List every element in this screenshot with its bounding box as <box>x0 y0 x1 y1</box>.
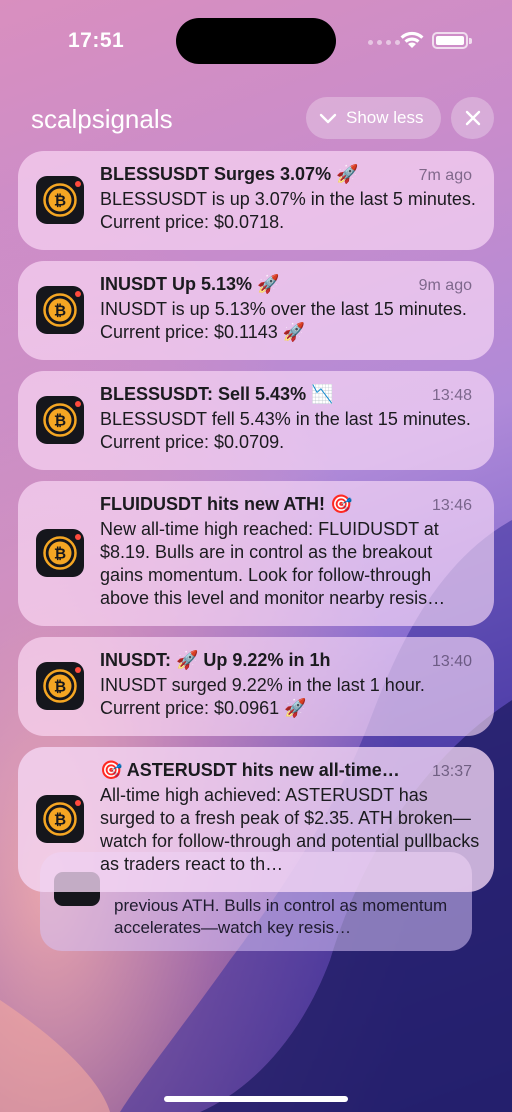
notification-card[interactable]: ₿ BLESSUSDT: Sell 5.43% 📉 13:48 BLESSUSD… <box>18 371 494 470</box>
app-icon: ₿ <box>36 176 84 224</box>
notification-body: INUSDT surged 9.22% in the last 1 hour. … <box>100 675 425 718</box>
bitcoin-coin-icon: ₿ <box>43 293 77 327</box>
notification-card[interactable]: ₿ INUSDT Up 5.13% 🚀 9m ago INUSDT is up … <box>18 261 494 360</box>
red-dot-badge <box>75 291 81 297</box>
svg-text:₿: ₿ <box>54 545 66 563</box>
notification-body: New all-time high reached: FLUIDUSDT at … <box>100 519 446 608</box>
app-name: scalpsignals <box>31 104 173 134</box>
notification-time: 7m ago <box>418 167 472 184</box>
notification-body: All-time high achieved: ASTERUSDT has su… <box>100 785 480 874</box>
notification-card[interactable]: ₿ FLUIDUSDT hits new ATH! 🎯 13:46 New al… <box>18 481 494 626</box>
bitcoin-coin-icon: ₿ <box>43 536 77 570</box>
app-icon: ₿ <box>36 662 84 710</box>
cellular-signal-icon <box>368 40 400 45</box>
app-icon: ₿ <box>36 396 84 444</box>
notification-time: 13:48 <box>431 387 472 404</box>
notification-time: 9m ago <box>418 277 472 294</box>
show-less-label: Show less <box>346 108 424 127</box>
dynamic-island <box>176 18 336 64</box>
red-dot-badge <box>75 667 81 673</box>
notification-title: BLESSUSDT: Sell 5.43% 📉 <box>100 384 334 404</box>
notification-time: 13:40 <box>431 653 472 670</box>
bitcoin-coin-icon: ₿ <box>43 802 77 836</box>
app-icon: ₿ <box>36 529 84 577</box>
svg-text:₿: ₿ <box>54 302 66 320</box>
close-icon <box>465 110 480 126</box>
app-icon: ₿ <box>36 286 84 334</box>
red-dot-badge <box>75 181 81 187</box>
svg-text:₿: ₿ <box>54 678 66 696</box>
notification-title: 🎯 ASTERUSDT hits new all-time… <box>100 760 400 780</box>
bitcoin-coin-icon: ₿ <box>43 669 77 703</box>
red-dot-badge <box>75 534 81 540</box>
battery-icon <box>432 32 472 49</box>
chevron-down-icon <box>319 113 337 124</box>
svg-text:₿: ₿ <box>54 811 66 829</box>
notification-card[interactable]: ₿ INUSDT: 🚀 Up 9.22% in 1h 13:40 INUSDT … <box>18 637 494 736</box>
wifi-icon <box>400 31 424 48</box>
app-icon: ₿ <box>36 795 84 843</box>
notification-body: BLESSUSDT is up 3.07% in the last 5 minu… <box>100 189 476 232</box>
clear-group-button[interactable] <box>451 97 494 139</box>
show-less-button[interactable]: Show less <box>306 97 441 139</box>
notification-body: INUSDT is up 5.13% over the last 15 minu… <box>100 299 467 342</box>
svg-text:₿: ₿ <box>54 192 66 210</box>
bitcoin-coin-icon: ₿ <box>43 403 77 437</box>
svg-text:₿: ₿ <box>54 412 66 430</box>
notification-group-header: scalpsignals Show less <box>0 96 512 140</box>
notification-time: 13:46 <box>431 497 472 514</box>
red-dot-badge <box>75 401 81 407</box>
status-bar: 17:51 <box>0 0 512 80</box>
bitcoin-coin-icon: ₿ <box>43 183 77 217</box>
red-dot-badge <box>75 800 81 806</box>
notification-title: BLESSUSDT Surges 3.07% 🚀 <box>100 164 359 184</box>
notification-title: INUSDT Up 5.13% 🚀 <box>100 274 280 294</box>
notification-card[interactable]: ₿ BLESSUSDT Surges 3.07% 🚀 7m ago BLESSU… <box>18 151 494 250</box>
notification-time: 13:37 <box>431 763 472 780</box>
home-indicator[interactable] <box>164 1096 348 1102</box>
notification-body: previous ATH. Bulls in control as moment… <box>114 896 448 937</box>
notification-title: INUSDT: 🚀 Up 9.22% in 1h <box>100 650 331 670</box>
notification-card[interactable]: ₿ 🎯 ASTERUSDT hits new all-time… 13:37 A… <box>18 747 494 892</box>
notification-title: FLUIDUSDT hits new ATH! 🎯 <box>100 494 353 514</box>
status-time: 17:51 <box>68 29 125 52</box>
notification-body: BLESSUSDT fell 5.43% in the last 15 minu… <box>100 409 471 452</box>
